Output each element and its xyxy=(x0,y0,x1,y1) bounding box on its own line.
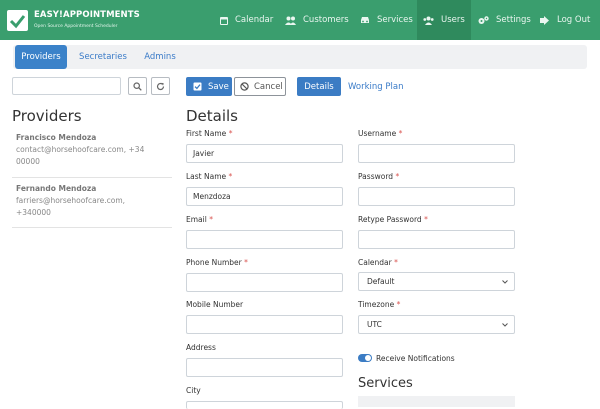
city-label: City xyxy=(186,386,201,395)
tab-secretaries[interactable]: Secretaries xyxy=(75,45,131,69)
mobile-field[interactable] xyxy=(186,315,343,334)
username-field[interactable] xyxy=(358,144,515,163)
provider-contact: 00000 xyxy=(16,157,40,166)
username-label: Username * xyxy=(358,129,403,138)
services-heading: Services xyxy=(358,376,413,391)
notifications-toggle[interactable] xyxy=(358,354,372,362)
nav-calendar-label: Calendar xyxy=(235,15,274,25)
top-navbar: EASY!APPOINTMENTS Open Source Appointmen… xyxy=(0,0,600,40)
brand-subtitle: Open Source Appointment Scheduler xyxy=(34,24,118,29)
brand-title: EASY!APPOINTMENTS xyxy=(34,10,140,20)
notifications-label: Receive Notifications xyxy=(376,354,455,363)
services-icon xyxy=(361,17,369,23)
settings-icon xyxy=(478,15,489,24)
tab-providers[interactable]: Providers xyxy=(15,45,67,69)
address-field[interactable] xyxy=(186,358,343,377)
nav-calendar[interactable]: Calendar xyxy=(220,0,280,40)
calendar-icon xyxy=(220,16,228,25)
timezone-select-value: UTC xyxy=(367,320,382,329)
chevron-down-icon xyxy=(502,279,508,284)
tab-admins[interactable]: Admins xyxy=(139,45,181,69)
timezone-label: Timezone * xyxy=(358,300,401,309)
timezone-select[interactable]: UTC xyxy=(358,315,515,334)
provider-name: Fernando Mendoza xyxy=(16,184,97,193)
search-button[interactable] xyxy=(128,77,147,95)
ban-icon xyxy=(240,82,249,91)
details-heading: Details xyxy=(186,107,239,125)
retype-password-label: Retype Password * xyxy=(358,215,428,224)
provider-name: Francisco Mendoza xyxy=(16,133,97,142)
save-button-label: Save xyxy=(208,81,229,92)
users-icon xyxy=(423,16,434,25)
nav-services[interactable]: Services xyxy=(360,0,416,40)
provider-list-item[interactable]: Fernando Mendoza farriers@horsehoofcare.… xyxy=(12,184,172,219)
address-label: Address xyxy=(186,343,216,352)
first-name-field[interactable]: Javier xyxy=(186,144,343,163)
provider-contact: contact@horsehoofcare.com, +34 xyxy=(16,145,145,154)
email-field[interactable] xyxy=(186,230,343,249)
mobile-label: Mobile Number xyxy=(186,300,244,309)
nav-users[interactable]: Users xyxy=(417,0,471,40)
city-field[interactable] xyxy=(186,401,343,409)
list-divider xyxy=(12,227,172,228)
password-field[interactable] xyxy=(358,187,515,206)
nav-settings[interactable]: Settings xyxy=(478,0,532,40)
last-name-field[interactable]: Menzdoza xyxy=(186,187,343,206)
save-button[interactable]: Save xyxy=(186,77,232,96)
logo-check-icon xyxy=(7,10,28,31)
brand[interactable]: EASY!APPOINTMENTS Open Source Appointmen… xyxy=(7,10,140,31)
nav-settings-label: Settings xyxy=(496,15,531,25)
calendar-select[interactable]: Default xyxy=(358,272,515,291)
provider-contact: +340000 xyxy=(16,208,51,217)
phone-label: Phone Number * xyxy=(186,258,248,267)
nav-services-label: Services xyxy=(377,15,413,25)
last-name-label: Last Name * xyxy=(186,172,233,181)
services-list xyxy=(358,396,515,407)
password-label: Password * xyxy=(358,172,400,181)
user-type-tabs: Providers Secretaries Admins xyxy=(13,45,587,69)
nav-logout[interactable]: Log Out xyxy=(540,0,596,40)
logout-icon xyxy=(540,15,549,25)
customers-icon xyxy=(285,16,296,25)
check-square-icon xyxy=(193,82,202,91)
providers-heading: Providers xyxy=(12,107,82,125)
provider-search-input[interactable] xyxy=(12,77,121,95)
reload-icon xyxy=(156,82,165,90)
list-divider xyxy=(12,177,172,178)
email-label: Email * xyxy=(186,215,213,224)
reload-button[interactable] xyxy=(151,77,170,95)
nav-users-label: Users xyxy=(441,15,465,25)
cancel-button[interactable]: Cancel xyxy=(234,77,286,96)
nav-logout-label: Log Out xyxy=(557,15,591,25)
phone-field[interactable] xyxy=(186,273,343,292)
first-name-label: First Name * xyxy=(186,129,233,138)
calendar-select-value: Default xyxy=(367,277,395,286)
nav-customers[interactable]: Customers xyxy=(285,0,353,40)
working-plan-tab[interactable]: Working Plan xyxy=(348,82,403,92)
provider-list-item[interactable]: Francisco Mendoza contact@horsehoofcare.… xyxy=(12,133,172,168)
search-icon xyxy=(133,81,142,91)
nav-customers-label: Customers xyxy=(303,15,349,25)
calendar-label: Calendar * xyxy=(358,258,398,267)
cancel-button-label: Cancel xyxy=(254,81,283,92)
retype-password-field[interactable] xyxy=(358,230,515,249)
chevron-down-icon xyxy=(502,322,508,327)
details-tab-button[interactable]: Details xyxy=(297,77,341,96)
provider-contact: farriers@horsehoofcare.com, xyxy=(16,196,126,205)
